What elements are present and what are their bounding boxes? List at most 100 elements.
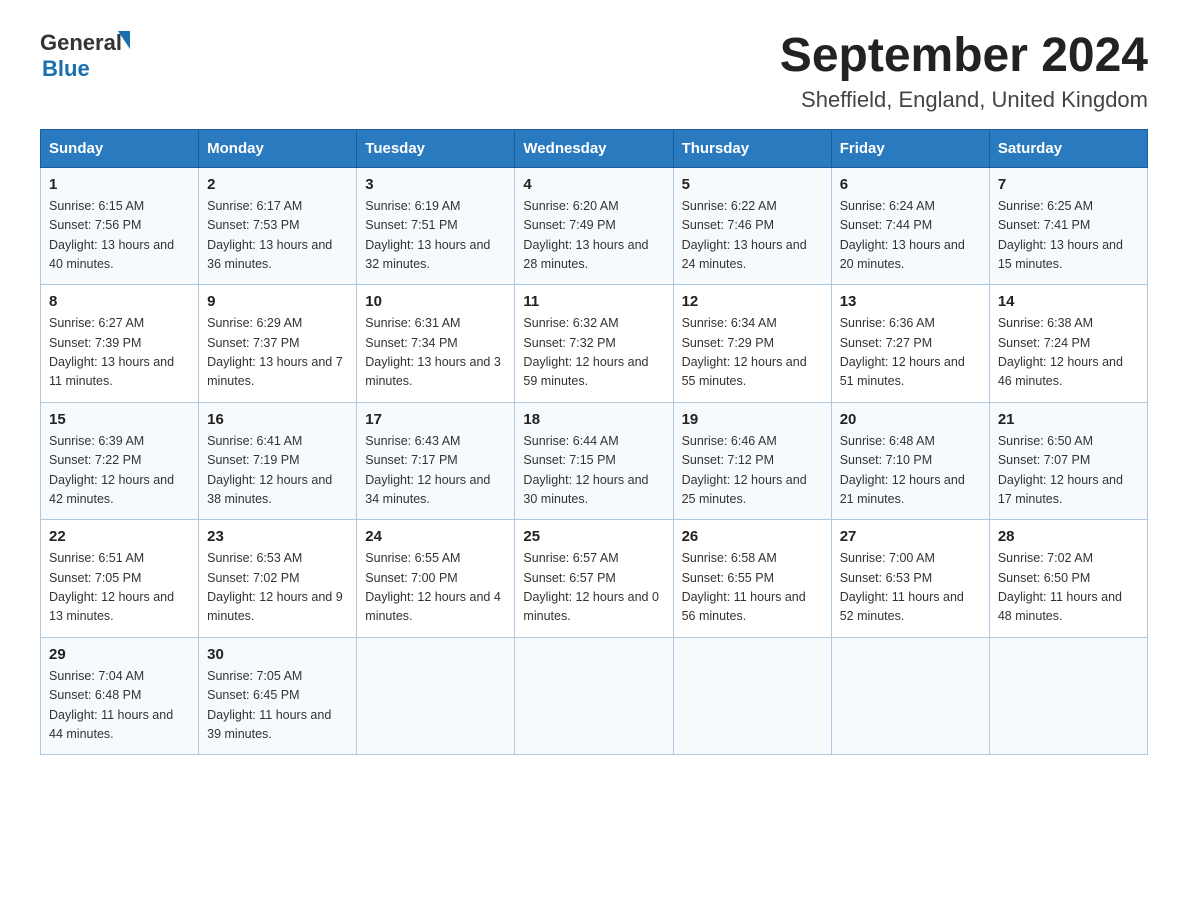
day-info: Sunrise: 7:05 AMSunset: 6:45 PMDaylight:… (207, 667, 348, 745)
day-info: Sunrise: 6:38 AMSunset: 7:24 PMDaylight:… (998, 314, 1139, 392)
calendar-cell: 26 Sunrise: 6:58 AMSunset: 6:55 PMDaylig… (673, 520, 831, 638)
day-info: Sunrise: 6:22 AMSunset: 7:46 PMDaylight:… (682, 197, 823, 275)
day-number: 30 (207, 646, 348, 663)
day-info: Sunrise: 6:53 AMSunset: 7:02 PMDaylight:… (207, 549, 348, 627)
calendar-cell: 7 Sunrise: 6:25 AMSunset: 7:41 PMDayligh… (989, 167, 1147, 285)
calendar-cell: 13 Sunrise: 6:36 AMSunset: 7:27 PMDaylig… (831, 285, 989, 403)
calendar-cell: 28 Sunrise: 7:02 AMSunset: 6:50 PMDaylig… (989, 520, 1147, 638)
weekday-header-thursday: Thursday (673, 129, 831, 167)
day-number: 27 (840, 528, 981, 545)
day-number: 25 (523, 528, 664, 545)
calendar-cell: 19 Sunrise: 6:46 AMSunset: 7:12 PMDaylig… (673, 402, 831, 520)
day-number: 14 (998, 293, 1139, 310)
week-row-5: 29 Sunrise: 7:04 AMSunset: 6:48 PMDaylig… (41, 637, 1148, 755)
weekday-header-wednesday: Wednesday (515, 129, 673, 167)
day-number: 7 (998, 176, 1139, 193)
calendar-cell: 15 Sunrise: 6:39 AMSunset: 7:22 PMDaylig… (41, 402, 199, 520)
day-number: 16 (207, 411, 348, 428)
day-info: Sunrise: 7:00 AMSunset: 6:53 PMDaylight:… (840, 549, 981, 627)
calendar-cell: 9 Sunrise: 6:29 AMSunset: 7:37 PMDayligh… (199, 285, 357, 403)
calendar-cell: 16 Sunrise: 6:41 AMSunset: 7:19 PMDaylig… (199, 402, 357, 520)
day-info: Sunrise: 6:32 AMSunset: 7:32 PMDaylight:… (523, 314, 664, 392)
weekday-header-monday: Monday (199, 129, 357, 167)
calendar-cell: 14 Sunrise: 6:38 AMSunset: 7:24 PMDaylig… (989, 285, 1147, 403)
day-info: Sunrise: 6:19 AMSunset: 7:51 PMDaylight:… (365, 197, 506, 275)
calendar-table: SundayMondayTuesdayWednesdayThursdayFrid… (40, 129, 1148, 756)
calendar-cell (515, 637, 673, 755)
day-number: 6 (840, 176, 981, 193)
month-title: September 2024 (780, 30, 1148, 83)
week-row-2: 8 Sunrise: 6:27 AMSunset: 7:39 PMDayligh… (41, 285, 1148, 403)
calendar-cell: 5 Sunrise: 6:22 AMSunset: 7:46 PMDayligh… (673, 167, 831, 285)
calendar-cell: 22 Sunrise: 6:51 AMSunset: 7:05 PMDaylig… (41, 520, 199, 638)
day-number: 21 (998, 411, 1139, 428)
calendar-cell (831, 637, 989, 755)
logo-triangle-icon (118, 31, 130, 49)
day-info: Sunrise: 6:27 AMSunset: 7:39 PMDaylight:… (49, 314, 190, 392)
day-info: Sunrise: 7:04 AMSunset: 6:48 PMDaylight:… (49, 667, 190, 745)
calendar-cell: 21 Sunrise: 6:50 AMSunset: 7:07 PMDaylig… (989, 402, 1147, 520)
day-info: Sunrise: 6:17 AMSunset: 7:53 PMDaylight:… (207, 197, 348, 275)
day-info: Sunrise: 6:58 AMSunset: 6:55 PMDaylight:… (682, 549, 823, 627)
week-row-4: 22 Sunrise: 6:51 AMSunset: 7:05 PMDaylig… (41, 520, 1148, 638)
day-info: Sunrise: 6:50 AMSunset: 7:07 PMDaylight:… (998, 432, 1139, 510)
calendar-cell: 27 Sunrise: 7:00 AMSunset: 6:53 PMDaylig… (831, 520, 989, 638)
day-info: Sunrise: 6:25 AMSunset: 7:41 PMDaylight:… (998, 197, 1139, 275)
page-header: General Blue September 2024 Sheffield, E… (40, 30, 1148, 113)
calendar-cell: 24 Sunrise: 6:55 AMSunset: 7:00 PMDaylig… (357, 520, 515, 638)
day-number: 5 (682, 176, 823, 193)
day-info: Sunrise: 6:15 AMSunset: 7:56 PMDaylight:… (49, 197, 190, 275)
day-number: 13 (840, 293, 981, 310)
day-info: Sunrise: 6:20 AMSunset: 7:49 PMDaylight:… (523, 197, 664, 275)
day-number: 4 (523, 176, 664, 193)
day-number: 3 (365, 176, 506, 193)
day-number: 11 (523, 293, 664, 310)
weekday-header-sunday: Sunday (41, 129, 199, 167)
day-info: Sunrise: 6:29 AMSunset: 7:37 PMDaylight:… (207, 314, 348, 392)
day-info: Sunrise: 6:57 AMSunset: 6:57 PMDaylight:… (523, 549, 664, 627)
weekday-header-row: SundayMondayTuesdayWednesdayThursdayFrid… (41, 129, 1148, 167)
day-number: 8 (49, 293, 190, 310)
day-number: 28 (998, 528, 1139, 545)
day-info: Sunrise: 6:51 AMSunset: 7:05 PMDaylight:… (49, 549, 190, 627)
day-number: 17 (365, 411, 506, 428)
calendar-cell (989, 637, 1147, 755)
day-info: Sunrise: 6:48 AMSunset: 7:10 PMDaylight:… (840, 432, 981, 510)
calendar-cell: 17 Sunrise: 6:43 AMSunset: 7:17 PMDaylig… (357, 402, 515, 520)
week-row-3: 15 Sunrise: 6:39 AMSunset: 7:22 PMDaylig… (41, 402, 1148, 520)
day-number: 26 (682, 528, 823, 545)
calendar-cell: 29 Sunrise: 7:04 AMSunset: 6:48 PMDaylig… (41, 637, 199, 755)
calendar-cell: 10 Sunrise: 6:31 AMSunset: 7:34 PMDaylig… (357, 285, 515, 403)
day-info: Sunrise: 6:43 AMSunset: 7:17 PMDaylight:… (365, 432, 506, 510)
day-number: 18 (523, 411, 664, 428)
calendar-cell (357, 637, 515, 755)
week-row-1: 1 Sunrise: 6:15 AMSunset: 7:56 PMDayligh… (41, 167, 1148, 285)
calendar-cell: 11 Sunrise: 6:32 AMSunset: 7:32 PMDaylig… (515, 285, 673, 403)
day-info: Sunrise: 6:46 AMSunset: 7:12 PMDaylight:… (682, 432, 823, 510)
day-number: 22 (49, 528, 190, 545)
calendar-cell: 30 Sunrise: 7:05 AMSunset: 6:45 PMDaylig… (199, 637, 357, 755)
day-info: Sunrise: 6:31 AMSunset: 7:34 PMDaylight:… (365, 314, 506, 392)
day-info: Sunrise: 6:34 AMSunset: 7:29 PMDaylight:… (682, 314, 823, 392)
weekday-header-tuesday: Tuesday (357, 129, 515, 167)
logo: General Blue (40, 30, 130, 82)
calendar-cell: 23 Sunrise: 6:53 AMSunset: 7:02 PMDaylig… (199, 520, 357, 638)
day-info: Sunrise: 6:36 AMSunset: 7:27 PMDaylight:… (840, 314, 981, 392)
location-title: Sheffield, England, United Kingdom (780, 87, 1148, 113)
calendar-cell: 25 Sunrise: 6:57 AMSunset: 6:57 PMDaylig… (515, 520, 673, 638)
day-number: 23 (207, 528, 348, 545)
day-number: 20 (840, 411, 981, 428)
day-number: 24 (365, 528, 506, 545)
calendar-cell: 1 Sunrise: 6:15 AMSunset: 7:56 PMDayligh… (41, 167, 199, 285)
calendar-cell: 18 Sunrise: 6:44 AMSunset: 7:15 PMDaylig… (515, 402, 673, 520)
day-number: 9 (207, 293, 348, 310)
weekday-header-saturday: Saturday (989, 129, 1147, 167)
calendar-cell (673, 637, 831, 755)
calendar-cell: 6 Sunrise: 6:24 AMSunset: 7:44 PMDayligh… (831, 167, 989, 285)
day-info: Sunrise: 6:39 AMSunset: 7:22 PMDaylight:… (49, 432, 190, 510)
day-number: 12 (682, 293, 823, 310)
logo-blue-text: Blue (42, 56, 90, 82)
day-info: Sunrise: 6:24 AMSunset: 7:44 PMDaylight:… (840, 197, 981, 275)
day-number: 29 (49, 646, 190, 663)
calendar-cell: 2 Sunrise: 6:17 AMSunset: 7:53 PMDayligh… (199, 167, 357, 285)
